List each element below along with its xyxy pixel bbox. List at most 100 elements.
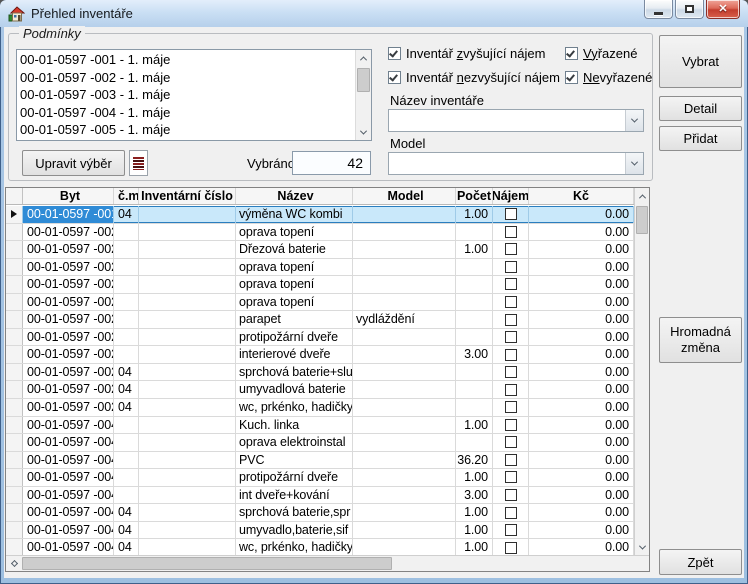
listbox-item[interactable]: 00-01-0597 -001 - 1. máje [17, 51, 355, 69]
najem-checkbox[interactable] [505, 542, 517, 554]
scrollbar-thumb[interactable] [22, 557, 392, 570]
upravit-vyber-button[interactable]: Upravit výběr [22, 150, 125, 176]
najem-checkbox[interactable] [505, 226, 517, 238]
scrollbar-thumb[interactable] [357, 68, 370, 92]
table-row[interactable]: 00-01-0597 -002oprava topení0.00 [6, 224, 634, 242]
cell-pocet [456, 364, 493, 381]
table-row[interactable]: 00-01-0597 -002oprava topení0.00 [6, 276, 634, 294]
cell-inv [139, 346, 236, 363]
dropdown-button[interactable] [625, 153, 643, 174]
table-row[interactable]: 00-01-0597 -00204wc, prkénko, hadičky0.0… [6, 399, 634, 417]
cell-byt: 00-01-0597 -002 [23, 276, 114, 293]
cell-model [353, 346, 456, 363]
vybrat-button[interactable]: Vybrat [659, 35, 742, 88]
table-row[interactable]: 00-01-0597 -004oprava elektroinstal0.00 [6, 434, 634, 452]
listbox-item[interactable]: 00-01-0597 -004 - 1. máje [17, 104, 355, 122]
table-row[interactable]: 00-01-0597 -00404wc, prkénko, hadičky1.0… [6, 539, 634, 555]
najem-checkbox[interactable] [505, 314, 517, 326]
najem-checkbox[interactable] [505, 489, 517, 501]
column-header-kc[interactable]: Kč [529, 188, 634, 204]
restore-button[interactable] [675, 0, 704, 19]
najem-checkbox[interactable] [505, 349, 517, 361]
detail-button[interactable]: Detail [659, 96, 742, 121]
checkbox-inventar-zvysujici[interactable]: Inventář zvyšující nájem [388, 45, 545, 61]
checkbox-box [388, 47, 401, 60]
apartment-listbox[interactable]: 00-01-0597 -001 - 1. máje00-01-0597 -002… [16, 49, 372, 141]
scrollbar-thumb[interactable] [636, 206, 648, 234]
najem-checkbox[interactable] [505, 454, 517, 466]
table-row[interactable]: 00-01-0597 -002interierové dveře3.000.00 [6, 346, 634, 364]
table-row[interactable]: 00-01-0597 -00204sprchová baterie+slu0.0… [6, 364, 634, 382]
najem-checkbox[interactable] [505, 261, 517, 273]
column-header-inv[interactable]: Inventární číslo [139, 188, 236, 204]
grid-header: Bytč.m.Inventární čísloNázevModelPočetNá… [6, 188, 634, 205]
listbox-item[interactable]: 00-01-0597 -003 - 1. máje [17, 86, 355, 104]
cell-cm: 04 [114, 539, 139, 555]
najem-checkbox[interactable] [505, 208, 517, 220]
column-header-cm[interactable]: č.m. [114, 188, 139, 204]
inventory-grid: Bytč.m.Inventární čísloNázevModelPočetNá… [5, 187, 650, 572]
table-row[interactable]: 00-01-0597 -004PVC36.200.00 [6, 452, 634, 470]
table-row[interactable]: 00-01-0597 -002protipožární dveře0.00 [6, 329, 634, 347]
listbox-item[interactable]: 00-01-0597 -005 - 1. máje [17, 121, 355, 139]
najem-checkbox[interactable] [505, 436, 517, 448]
scroll-right-icon[interactable] [6, 556, 22, 571]
column-header-byt[interactable]: Byt [23, 188, 114, 204]
table-row[interactable]: 00-01-0597 -00404sprchová baterie,spr1.0… [6, 504, 634, 522]
table-row[interactable]: 00-01-0597 -004Kuch. linka1.000.00 [6, 417, 634, 435]
cell-byt: 00-01-0597 -002 [23, 381, 114, 398]
checkbox-vyrazene[interactable]: Vyřazené [565, 45, 637, 61]
table-row[interactable]: 00-01-0597 -00104výměna WC kombi1.000.00 [6, 206, 634, 224]
najem-checkbox[interactable] [505, 296, 517, 308]
scroll-up-icon[interactable] [356, 50, 371, 66]
najem-checkbox[interactable] [505, 384, 517, 396]
table-row[interactable]: 00-01-0597 -002parapetvydláždění0.00 [6, 311, 634, 329]
selection-list-button[interactable] [129, 150, 148, 176]
checkbox-inventar-nezvysujici[interactable]: Inventář nezvyšující nájem [388, 69, 560, 85]
checkbox-nevyrazene[interactable]: Nevyřazené [565, 69, 652, 85]
close-button[interactable]: ✕ [706, 0, 740, 19]
najem-checkbox[interactable] [505, 278, 517, 290]
dropdown-button[interactable] [625, 110, 643, 131]
table-row[interactable]: 00-01-0597 -002oprava topení0.00 [6, 259, 634, 277]
najem-checkbox[interactable] [505, 331, 517, 343]
cell-model [353, 504, 456, 521]
grid-horizontal-scrollbar[interactable] [6, 555, 649, 571]
column-header-model[interactable]: Model [353, 188, 456, 204]
najem-checkbox[interactable] [505, 366, 517, 378]
column-header-najem[interactable]: Nájem [493, 188, 529, 204]
zpet-button[interactable]: Zpět [659, 549, 742, 575]
row-selector [6, 311, 23, 328]
table-row[interactable]: 00-01-0597 -002Dřezová baterie1.000.00 [6, 241, 634, 259]
column-header-pocet[interactable]: Počet [456, 188, 493, 204]
cell-najem [493, 206, 529, 223]
najem-checkbox[interactable] [505, 507, 517, 519]
column-header-nazev[interactable]: Název [236, 188, 353, 204]
cell-inv [139, 434, 236, 451]
cell-byt: 00-01-0597 -002 [23, 241, 114, 258]
scroll-down-icon[interactable] [356, 124, 371, 140]
listbox-scrollbar[interactable] [355, 50, 371, 140]
cell-najem [493, 417, 529, 434]
najem-checkbox[interactable] [505, 471, 517, 483]
hromadna-zmena-button[interactable]: Hromadná změna [659, 317, 742, 363]
najem-checkbox[interactable] [505, 401, 517, 413]
grid-vertical-scrollbar[interactable] [634, 188, 649, 555]
pridat-button[interactable]: Přidat [659, 126, 742, 151]
scroll-down-icon[interactable] [635, 539, 649, 555]
nazev-inventare-combobox[interactable] [388, 109, 644, 132]
najem-checkbox[interactable] [505, 419, 517, 431]
listbox-item[interactable]: 00-01-0597 -002 - 1. máje [17, 69, 355, 87]
najem-checkbox[interactable] [505, 524, 517, 536]
scroll-up-icon[interactable] [635, 188, 649, 204]
model-combobox[interactable] [388, 152, 644, 175]
table-row[interactable]: 00-01-0597 -004protipožární dveře1.000.0… [6, 469, 634, 487]
table-row[interactable]: 00-01-0597 -002oprava topení0.00 [6, 294, 634, 312]
cell-byt: 00-01-0597 -002 [23, 259, 114, 276]
minimize-button[interactable] [644, 0, 673, 19]
titlebar[interactable]: Přehled inventáře ✕ [0, 0, 748, 27]
table-row[interactable]: 00-01-0597 -004int dveře+kování3.000.00 [6, 487, 634, 505]
table-row[interactable]: 00-01-0597 -00204umyvadlová baterie0.00 [6, 381, 634, 399]
najem-checkbox[interactable] [505, 243, 517, 255]
table-row[interactable]: 00-01-0597 -00404umyvadlo,baterie,sif1.0… [6, 522, 634, 540]
